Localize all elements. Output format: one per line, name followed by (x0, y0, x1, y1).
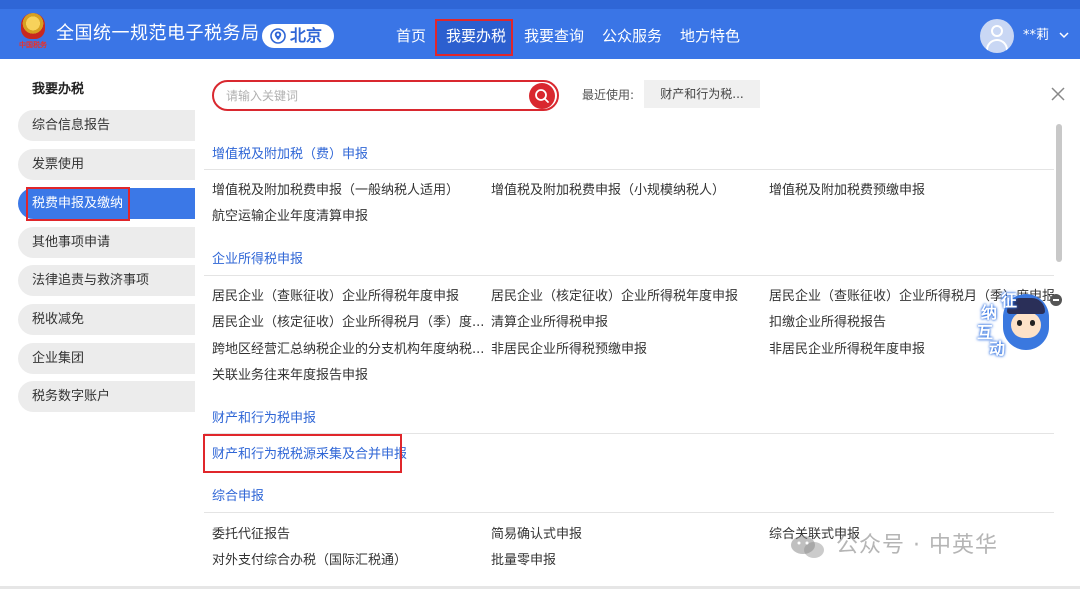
user-avatar[interactable] (980, 19, 1014, 53)
link-entrusted-collection[interactable]: 委托代征报告 (212, 526, 290, 544)
link-batch-zero-filing[interactable]: 批量零申报 (491, 552, 556, 570)
collapse-widget-icon[interactable] (1050, 294, 1062, 306)
mascot-char-dong: 动 (989, 339, 1006, 358)
scrollbar-thumb[interactable] (1056, 124, 1062, 262)
sidebar-item-other-matters[interactable]: 其他事项申请 (18, 227, 195, 258)
tax-bureau-logo[interactable]: 中国税务 (18, 13, 48, 51)
link-vat-small-scale[interactable]: 增值税及附加税费申报（小规模纳税人） (491, 182, 725, 200)
location-pin-icon (270, 28, 286, 44)
link-cit-annual-audit[interactable]: 居民企业（查账征收）企业所得税年度申报 (212, 288, 459, 306)
close-icon[interactable] (1050, 86, 1066, 102)
search-icon (535, 89, 549, 103)
nav-local-features[interactable]: 地方特色 (680, 26, 740, 46)
link-cit-annual-deemed[interactable]: 居民企业（核定征收）企业所得税年度申报 (491, 288, 738, 306)
sidebar-title: 我要办税 (32, 82, 85, 97)
section-title-comprehensive: 综合申报 (212, 489, 265, 504)
mascot-char-na: 纳 (981, 303, 998, 322)
section-title-vat: 增值税及附加税（费）申报 (212, 147, 369, 162)
mascot-widget[interactable]: 征 纳 互 动 (975, 290, 1055, 360)
section-title-property-tax: 财产和行为税申报 (212, 411, 317, 426)
sidebar-item-legal-remedy[interactable]: 法律追责与救济事项 (18, 265, 195, 296)
nav-home[interactable]: 首页 (396, 26, 426, 46)
region-selector[interactable]: 北京 (262, 24, 334, 48)
sidebar-item-enterprise-group[interactable]: 企业集团 (18, 343, 195, 374)
nav-query[interactable]: 我要查询 (524, 26, 584, 46)
link-cit-withholding[interactable]: 扣缴企业所得税报告 (769, 314, 886, 332)
top-header: 中国税务 全国统一规范电子税务局 北京 首页 我要办税 我要查询 公众服务 地方… (0, 0, 1080, 59)
recent-item-chip[interactable]: 财产和行为税... (644, 80, 760, 108)
link-related-party-report[interactable]: 关联业务往来年度报告申报 (212, 367, 368, 385)
link-vat-general[interactable]: 增值税及附加税费申报（一般纳税人适用） (212, 182, 459, 200)
header-top-strip (0, 0, 1080, 9)
avatar-body-shape (986, 39, 1008, 53)
logo-caption: 中国税务 (19, 41, 47, 49)
app-title: 全国统一规范电子税务局 (56, 23, 260, 44)
mascot-face-shape (1011, 312, 1041, 338)
mascot-char-zheng: 征 (1001, 291, 1018, 310)
sidebar-item-tax-relief[interactable]: 税收减免 (18, 304, 195, 335)
link-outbound-payment[interactable]: 对外支付综合办税（国际汇税通） (212, 552, 407, 570)
search-button[interactable] (529, 83, 555, 109)
sidebar-active-highlight (26, 187, 130, 221)
watermark-text: 公众号 · 中英华 (836, 533, 998, 558)
link-aviation-settlement[interactable]: 航空运输企业年度清算申报 (212, 208, 368, 226)
wechat-icon (791, 536, 824, 558)
avatar-head-shape (991, 25, 1003, 37)
link-cit-nonresident-annual[interactable]: 非居民企业所得税年度申报 (769, 341, 925, 359)
recent-label: 最近使用: (582, 88, 635, 102)
nav-public-service[interactable]: 公众服务 (602, 26, 662, 46)
section-divider (204, 275, 1054, 276)
section-title-cit: 企业所得税申报 (212, 252, 304, 267)
link-cit-liquidation[interactable]: 清算企业所得税申报 (491, 314, 608, 332)
link-cit-quarterly-deemed[interactable]: 居民企业（核定征收）企业所得税月（季）度... (212, 314, 484, 332)
sidebar-item-info-report[interactable]: 综合信息报告 (18, 110, 195, 141)
nav-do-tax[interactable]: 我要办税 (446, 26, 506, 46)
user-name[interactable]: **莉 (1023, 27, 1049, 45)
watermark: 公众号 · 中英华 (788, 530, 998, 562)
region-name: 北京 (290, 26, 323, 45)
link-vat-prepay[interactable]: 增值税及附加税费预缴申报 (769, 182, 925, 200)
national-emblem-icon (21, 13, 45, 39)
link-cit-branch-annual[interactable]: 跨地区经营汇总纳税企业的分支机构年度纳税... (212, 341, 484, 359)
search-input[interactable] (226, 86, 526, 106)
section-divider (204, 169, 1054, 170)
link-simple-confirm[interactable]: 简易确认式申报 (491, 526, 582, 544)
section-divider (204, 512, 1054, 513)
sidebar-item-digital-account[interactable]: 税务数字账户 (18, 381, 195, 412)
mascot-eye (1030, 320, 1035, 326)
mascot-eye (1017, 320, 1022, 326)
chevron-down-icon[interactable] (1058, 29, 1070, 41)
link-cit-nonresident-prepay[interactable]: 非居民企业所得税预缴申报 (491, 341, 647, 359)
sidebar-item-invoice[interactable]: 发票使用 (18, 149, 195, 180)
link-highlight-box (203, 434, 402, 473)
search-box (212, 80, 559, 111)
